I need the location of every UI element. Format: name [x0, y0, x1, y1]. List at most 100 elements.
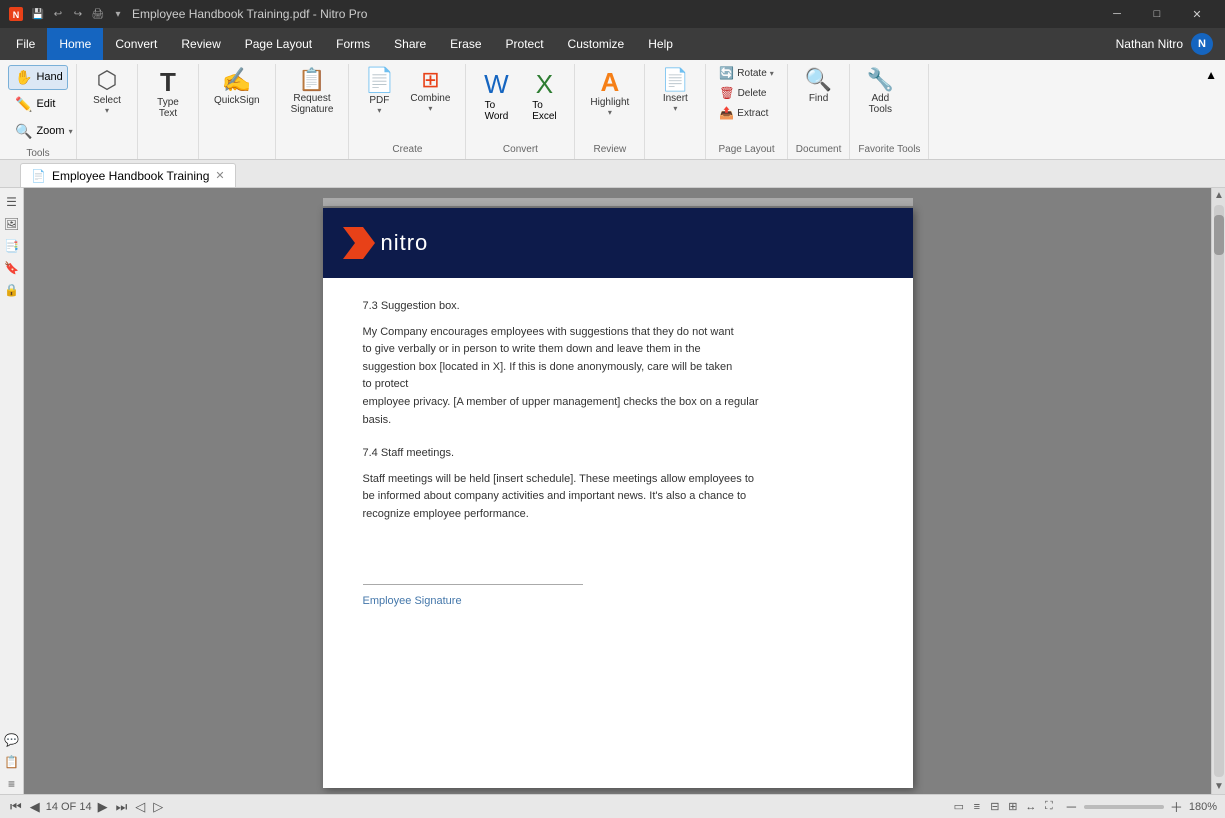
type-text-icon: T	[160, 69, 176, 95]
user-avatar[interactable]: N	[1191, 33, 1213, 55]
panel-signature-button[interactable]: 🔖	[2, 258, 22, 278]
minimize-button[interactable]: ─	[1097, 0, 1137, 28]
zoom-slider[interactable]	[1084, 805, 1164, 809]
status-right: ▭ ≡ ⊟ ⊞ ↔ ⛶ － ＋ 180%	[951, 797, 1217, 816]
edit-button[interactable]: ✏️ Edit	[8, 92, 68, 117]
delete-button[interactable]: 🗑 Delete	[714, 84, 778, 102]
edit-icon: ✏️	[15, 96, 32, 113]
two-page-view-button[interactable]: ⊟	[987, 799, 1003, 815]
quicksign-icon: ✍	[222, 69, 252, 93]
panel-nav-button[interactable]: ☰	[2, 192, 22, 212]
page-back-button[interactable]: ◁	[133, 799, 147, 815]
single-page-view-button[interactable]: ▭	[951, 799, 967, 815]
insert-group: 📄 Insert ▾	[645, 64, 706, 159]
extract-icon: 📤	[719, 106, 734, 120]
menu-share[interactable]: Share	[382, 28, 438, 60]
type-text-button[interactable]: T TypeText	[146, 64, 190, 124]
to-word-button[interactable]: W ToWord	[474, 64, 518, 142]
signature-label: Employee Signature	[363, 595, 462, 607]
nitro-logo-text: nitro	[381, 230, 429, 256]
fullscreen-button[interactable]: ⛶	[1041, 799, 1057, 815]
menu-bar-right: Nathan Nitro N	[1116, 28, 1221, 60]
right-scrollbar[interactable]: ▲ ▼	[1211, 188, 1225, 794]
combine-button[interactable]: ⊞ Combine ▾	[403, 64, 457, 118]
page-separator	[323, 198, 913, 206]
menu-page-layout[interactable]: Page Layout	[233, 28, 324, 60]
request-signature-button[interactable]: 📋 RequestSignature	[284, 64, 341, 120]
panel-comment-button[interactable]: 💬	[2, 730, 22, 750]
pdf-container: nitro 7.3 Suggestion box. My Company enc…	[323, 198, 913, 784]
highlight-buttons: A Highlight ▾	[583, 64, 636, 142]
continuous-view-button[interactable]: ≡	[969, 799, 985, 815]
prev-page-button[interactable]: ◀	[28, 799, 42, 815]
zoom-out-button[interactable]: －	[1063, 797, 1080, 816]
add-tools-button[interactable]: 🔧 AddTools	[858, 64, 902, 120]
create-group: 📄 PDF ▾ ⊞ Combine ▾ Create	[349, 64, 466, 159]
quick-access-toolbar[interactable]: 💾 ↩ ↪ 🖨 ▾	[30, 6, 126, 22]
document-scroll[interactable]: nitro 7.3 Suggestion box. My Company enc…	[24, 188, 1211, 794]
menu-forms[interactable]: Forms	[324, 28, 382, 60]
tab-close-button[interactable]: ✕	[215, 169, 224, 182]
quicksign-button[interactable]: ✍ QuickSign	[207, 64, 267, 111]
type-text-group: T TypeText	[138, 64, 199, 159]
redo-icon[interactable]: ↪	[70, 6, 86, 22]
panel-pages-button[interactable]: 📋	[2, 752, 22, 772]
page-forward-button[interactable]: ▷	[151, 799, 165, 815]
print-icon[interactable]: 🖨	[90, 6, 106, 22]
add-tools-icon: 🔧	[867, 69, 894, 91]
save-icon[interactable]: 💾	[30, 6, 46, 22]
panel-bookmark-button[interactable]: 📑	[2, 236, 22, 256]
to-excel-button[interactable]: X ToExcel	[522, 64, 566, 142]
menu-home[interactable]: Home	[47, 28, 103, 60]
first-page-button[interactable]: ⏮	[8, 799, 24, 815]
document-label: Document	[796, 142, 842, 155]
find-icon: 🔍	[805, 69, 832, 91]
menu-help[interactable]: Help	[636, 28, 685, 60]
expand-icon[interactable]: ▾	[110, 6, 126, 22]
ribbon-collapse-button[interactable]: ▲	[1201, 64, 1221, 159]
menu-erase[interactable]: Erase	[438, 28, 493, 60]
document-tab[interactable]: 📄 Employee Handbook Training ✕	[20, 163, 236, 187]
menu-convert[interactable]: Convert	[103, 28, 169, 60]
panel-security-button[interactable]: 🔒	[2, 280, 22, 300]
menu-customize[interactable]: Customize	[556, 28, 637, 60]
pdf-button[interactable]: 📄 PDF ▾	[357, 64, 401, 120]
select-button[interactable]: ⬡ Select ▾	[85, 64, 129, 120]
section-73-title: 7.3 Suggestion box.	[363, 298, 873, 316]
favorite-tools-label: Favorite Tools	[858, 142, 920, 155]
hand-button[interactable]: ✋ Hand	[8, 65, 68, 90]
window-title: Employee Handbook Training.pdf - Nitro P…	[132, 7, 367, 21]
menu-protect[interactable]: Protect	[494, 28, 556, 60]
maximize-button[interactable]: □	[1137, 0, 1177, 28]
undo-icon[interactable]: ↩	[50, 6, 66, 22]
window-controls[interactable]: ─ □ ✕	[1097, 0, 1217, 28]
section-74-title: 7.4 Staff meetings.	[363, 445, 873, 463]
highlight-button[interactable]: A Highlight ▾	[583, 64, 636, 122]
fit-width-button[interactable]: ↔	[1023, 799, 1039, 815]
pdf-header: nitro	[323, 208, 913, 278]
insert-button[interactable]: 📄 Insert ▾	[653, 64, 697, 118]
rotate-button[interactable]: 🔄 Rotate ▾	[714, 64, 778, 82]
close-button[interactable]: ✕	[1177, 0, 1217, 28]
menu-file[interactable]: File	[4, 28, 47, 60]
zoom-control: － ＋ 180%	[1063, 797, 1217, 816]
extract-button[interactable]: 📤 Extract	[714, 104, 778, 122]
menu-review[interactable]: Review	[169, 28, 232, 60]
zoom-button[interactable]: 🔍 Zoom ▾	[8, 119, 68, 144]
scroll-track[interactable]	[1214, 205, 1224, 777]
delete-icon: 🗑	[719, 86, 734, 100]
quicksign-group: ✍ QuickSign	[199, 64, 276, 159]
panel-list-button[interactable]: ≡	[2, 774, 22, 794]
panel-thumbnail-button[interactable]: 🖼	[2, 214, 22, 234]
grid-view-button[interactable]: ⊞	[1005, 799, 1021, 815]
next-page-button[interactable]: ▶	[96, 799, 110, 815]
last-page-button[interactable]: ⏭	[114, 799, 130, 815]
scroll-up-arrow[interactable]: ▲	[1212, 188, 1225, 203]
nitro-logo-icon	[343, 227, 375, 259]
quicksign-buttons: ✍ QuickSign	[207, 64, 267, 153]
scroll-thumb[interactable]	[1214, 215, 1224, 255]
tab-bar: 📄 Employee Handbook Training ✕	[0, 160, 1225, 188]
scroll-down-arrow[interactable]: ▼	[1212, 779, 1225, 794]
zoom-in-button[interactable]: ＋	[1168, 797, 1185, 816]
find-button[interactable]: 🔍 Find	[797, 64, 841, 109]
